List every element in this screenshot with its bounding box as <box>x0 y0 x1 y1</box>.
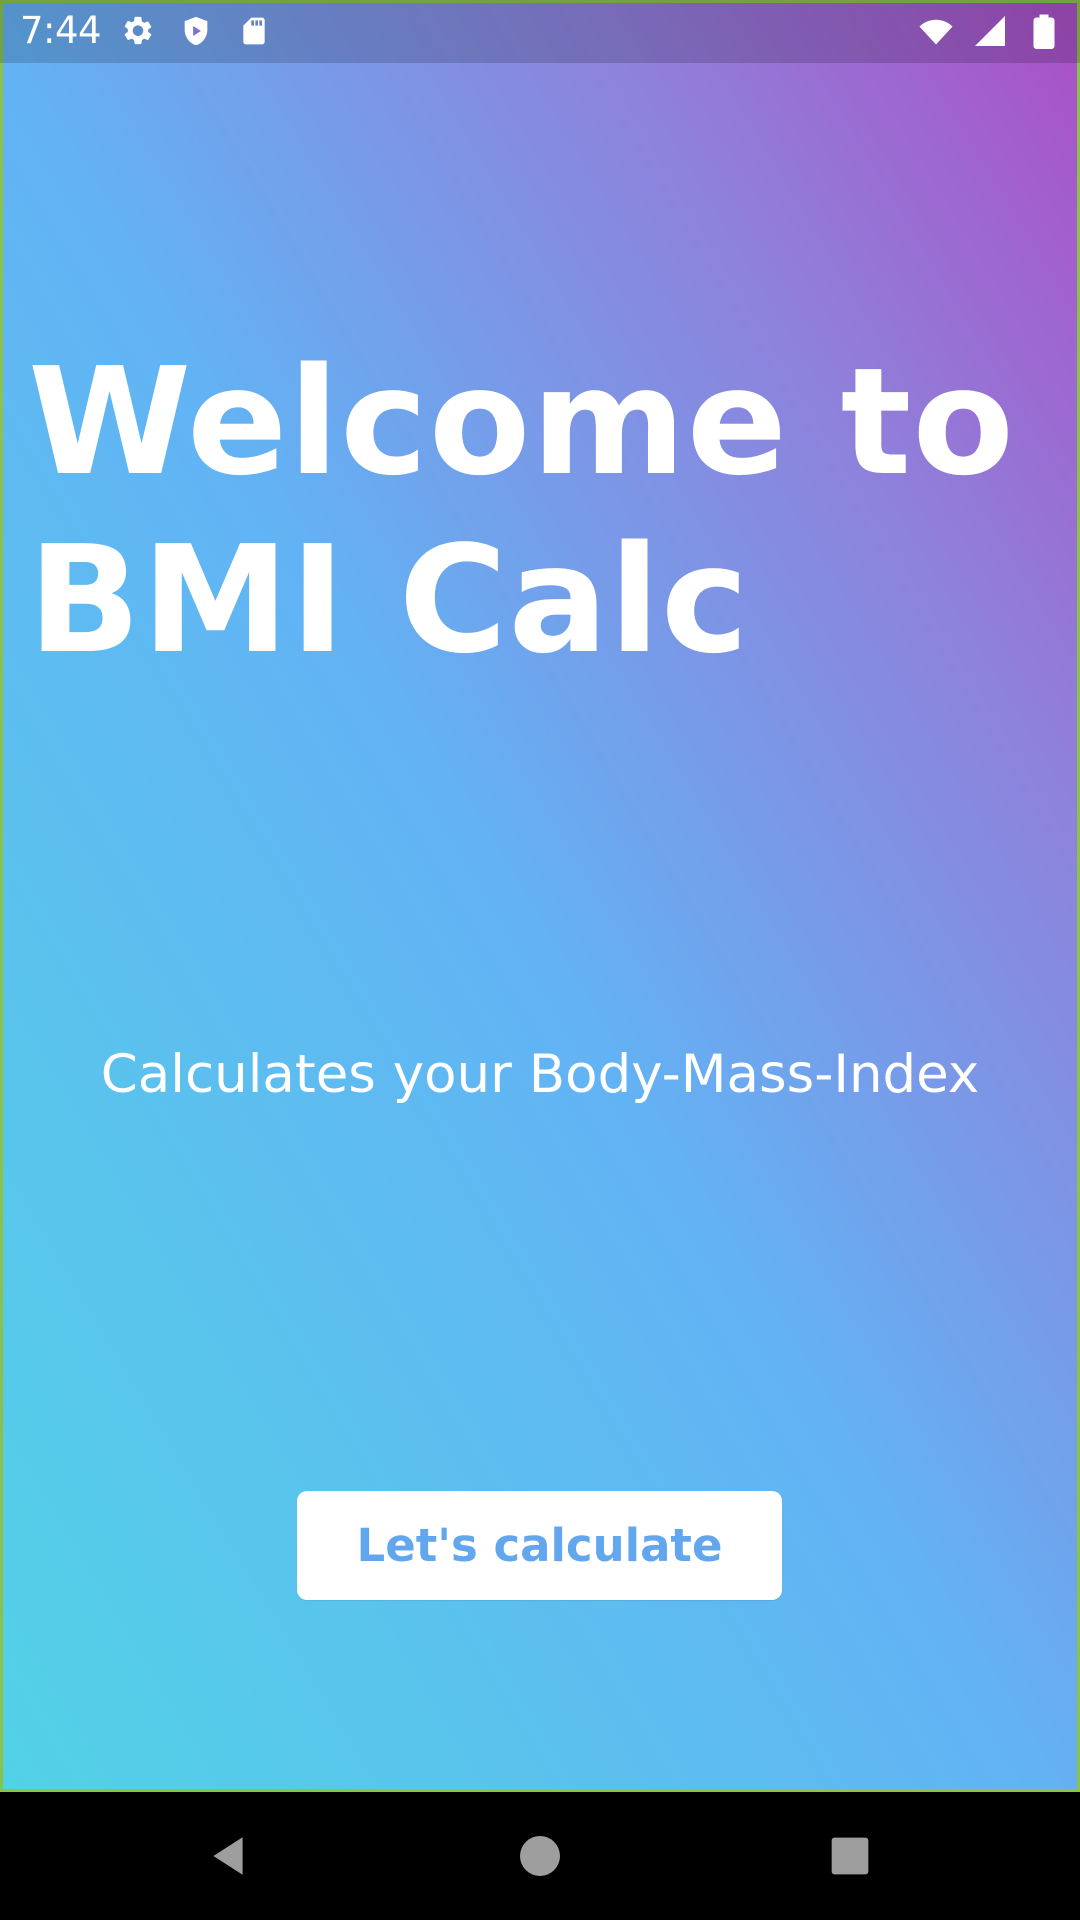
recents-button[interactable] <box>818 1824 882 1888</box>
app-screen: 7:44 Welcome to BMI Calc Calculates your… <box>0 0 1080 1792</box>
sd-card-icon <box>236 13 272 49</box>
welcome-title: Welcome to BMI Calc <box>28 333 1028 689</box>
status-time: 7:44 <box>20 9 102 52</box>
status-bar: 7:44 <box>0 0 1080 63</box>
gear-icon <box>120 13 156 49</box>
status-left-icons <box>120 13 272 49</box>
navigation-bar <box>0 1792 1080 1920</box>
welcome-subtitle: Calculates your Body-Mass-Index <box>100 1044 980 1105</box>
back-icon <box>213 1837 243 1875</box>
status-right-icons <box>918 13 1062 49</box>
lets-calculate-button[interactable]: Let's calculate <box>297 1491 782 1600</box>
home-button[interactable] <box>508 1824 572 1888</box>
recents-icon <box>831 1837 869 1875</box>
cellular-signal-icon <box>972 13 1008 49</box>
home-icon <box>520 1836 560 1876</box>
battery-icon <box>1026 13 1062 49</box>
back-button[interactable] <box>196 1824 260 1888</box>
wifi-icon <box>918 13 954 49</box>
shield-play-icon <box>178 13 214 49</box>
welcome-title-line-2: BMI Calc <box>28 514 750 686</box>
welcome-title-line-1: Welcome to <box>28 336 1016 508</box>
